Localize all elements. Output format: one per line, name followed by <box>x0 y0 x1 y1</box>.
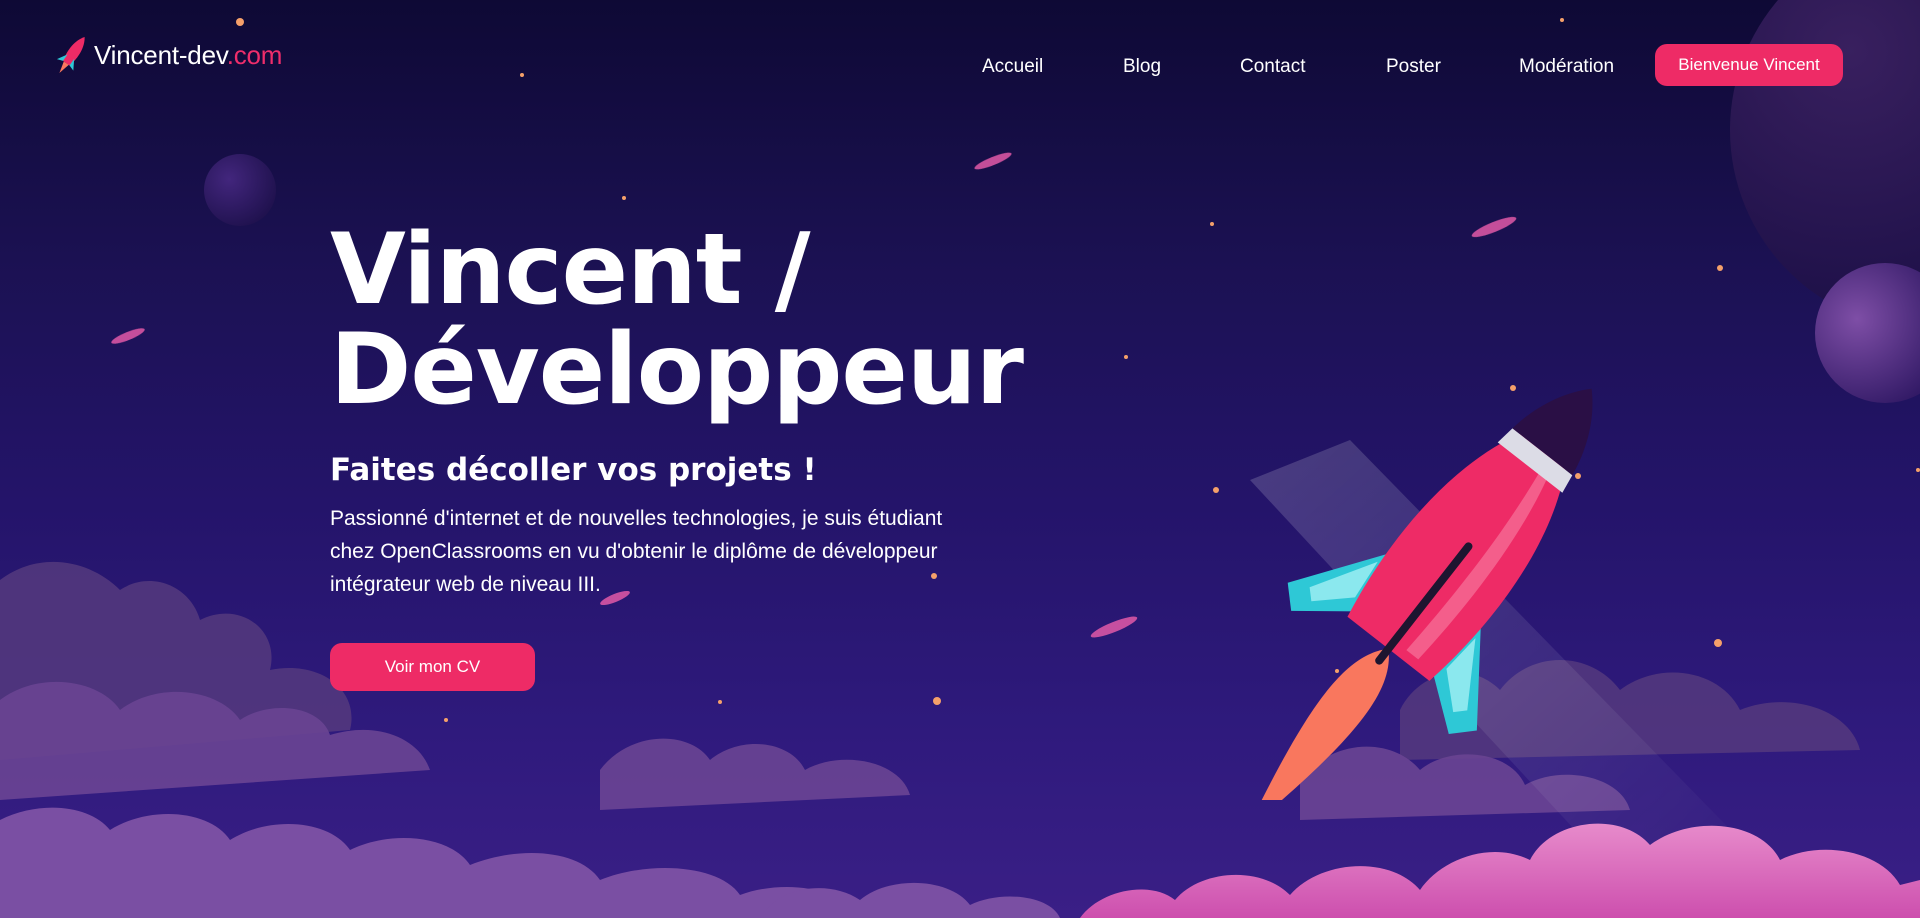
hero-title: Vincent / Développeur <box>330 220 1050 420</box>
nav-moderation[interactable]: Modération <box>1519 56 1614 78</box>
nav-accueil[interactable]: Accueil <box>982 56 1043 78</box>
nav-poster[interactable]: Poster <box>1386 56 1441 78</box>
nav-blog[interactable]: Blog <box>1123 56 1161 78</box>
clouds-pink <box>1080 823 1920 918</box>
hero-title-line-2: Développeur <box>330 313 1024 427</box>
hero-section: Vincent / Développeur Faites décoller vo… <box>330 220 1050 601</box>
rocket-illustration <box>1246 388 1593 800</box>
planet-small-left <box>204 154 276 226</box>
hero-title-line-1: Vincent / <box>330 213 811 327</box>
welcome-user-button[interactable]: Bienvenue Vincent <box>1655 44 1843 86</box>
hero-subtitle: Faites décoller vos projets ! <box>330 452 817 488</box>
site-header: Vincent-dev.com Accueil Blog Contact Pos… <box>0 0 1920 110</box>
main-nav: Accueil Blog Contact Poster Modération B… <box>0 44 1920 90</box>
nav-contact[interactable]: Contact <box>1240 56 1305 78</box>
view-cv-button[interactable]: Voir mon CV <box>330 643 535 691</box>
hero-description: Passionné d'internet et de nouvelles tec… <box>330 507 943 596</box>
clouds-front <box>0 807 1060 918</box>
